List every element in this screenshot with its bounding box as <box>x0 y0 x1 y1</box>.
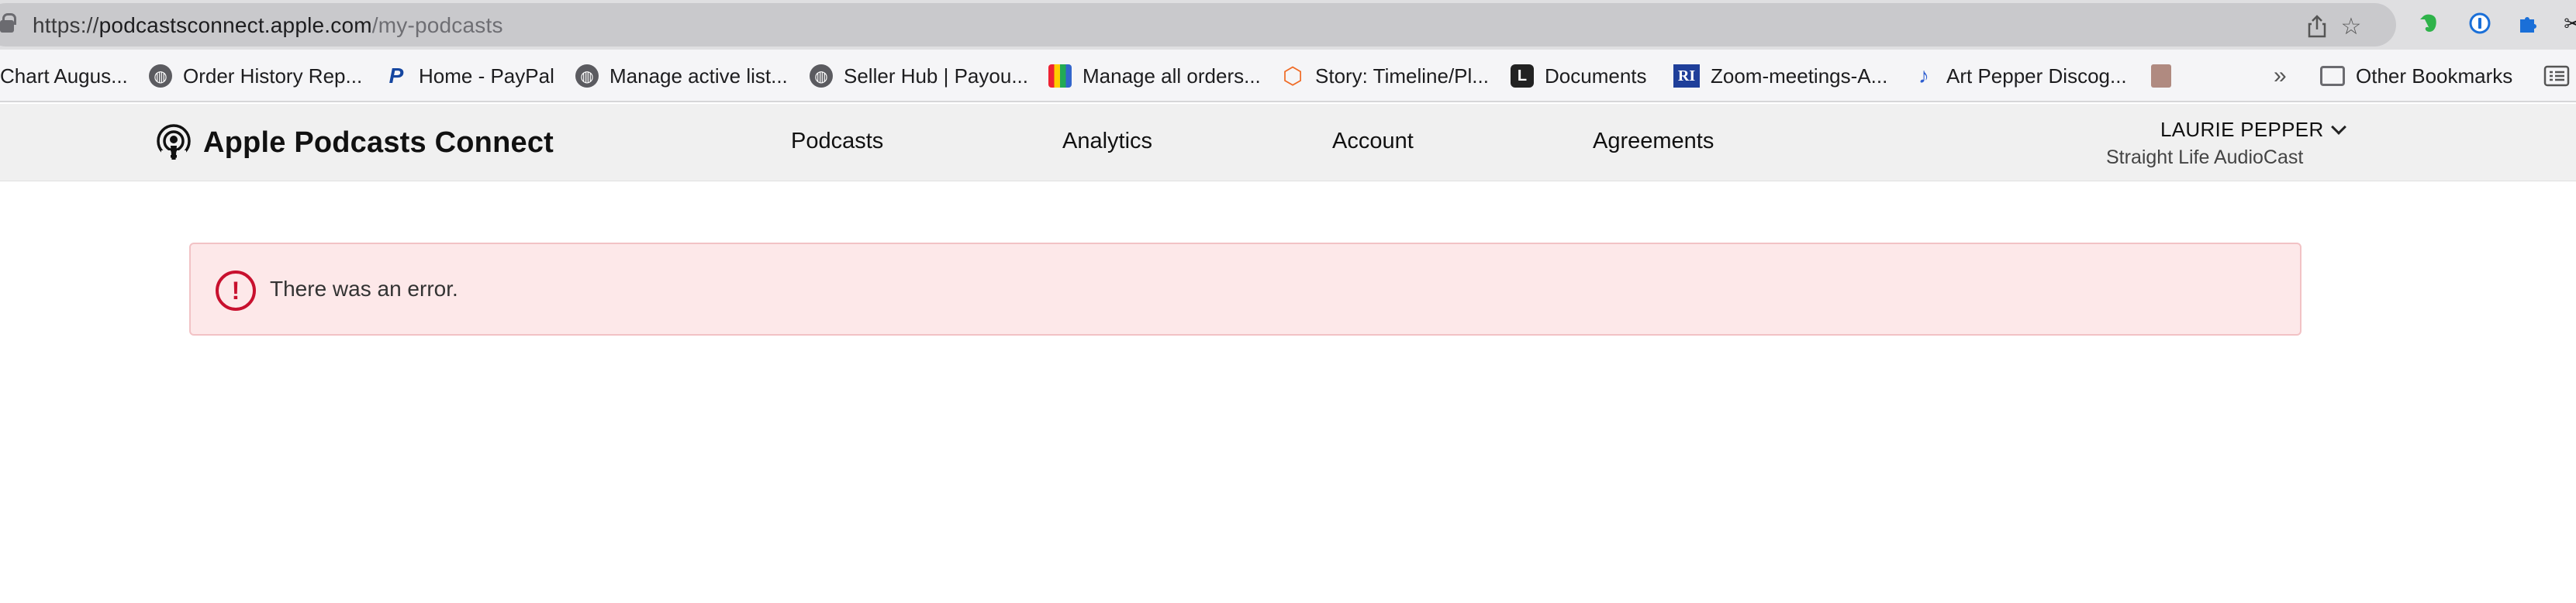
bookmark-label: Home - PayPal <box>419 64 554 88</box>
chevron-down-icon <box>2330 119 2346 135</box>
saxophone-icon: ♪ <box>1918 64 1929 88</box>
provider-name: Straight Life AudioCast <box>2106 146 2304 168</box>
tools-icon[interactable]: ✂ <box>2559 9 2576 37</box>
bookmark-label: Manage all orders... <box>1083 64 1261 88</box>
bookmark-label: Documents <box>1545 64 1647 88</box>
bookmark-item[interactable]: RI Zoom-meetings-A... <box>1673 59 1887 93</box>
story-icon: ⬡ <box>1282 63 1304 89</box>
brand-title: Apple Podcasts Connect <box>203 126 554 159</box>
bookmark-item[interactable]: ⬡ Story: Timeline/Pl... <box>1281 59 1489 93</box>
browser-toolbar: https://podcastsconnect.apple.com/my-pod… <box>0 0 2576 50</box>
app-header: Apple Podcasts Connect Podcasts Analytic… <box>0 104 2576 181</box>
globe-icon: ◍ <box>810 64 833 88</box>
bookmark-item[interactable]: P Home - PayPal <box>385 59 554 93</box>
bookmarks-bar: Chart Augus... ◍ Order History Rep... P … <box>0 50 2576 102</box>
user-name-row: LAURIE PEPPER <box>2106 118 2346 142</box>
nav-agreements[interactable]: Agreements <box>1593 129 1714 154</box>
bookmark-label: Seller Hub | Payou... <box>844 64 1028 88</box>
bookmark-label: Story: Timeline/Pl... <box>1315 64 1489 88</box>
url-host: podcastsconnect.apple.com <box>98 13 372 37</box>
documents-icon: L <box>1511 64 1534 88</box>
error-banner: ! There was an error. <box>189 243 2301 336</box>
bookmark-item[interactable]: L Documents <box>1511 59 1647 93</box>
bookmark-item[interactable]: Manage all orders... <box>1048 59 1261 93</box>
bookmark-item[interactable]: Chart Augus... <box>0 59 128 93</box>
account-menu[interactable]: LAURIE PEPPER Straight Life AudioCast <box>2106 118 2346 169</box>
bookmark-item[interactable]: ◍ Seller Hub | Payou... <box>810 59 1028 93</box>
globe-icon: ◍ <box>575 64 599 88</box>
nav-analytics[interactable]: Analytics <box>1062 129 1152 154</box>
share-icon[interactable] <box>2303 12 2331 40</box>
nav-account[interactable]: Account <box>1332 129 1414 154</box>
bookmarks-overflow-button[interactable]: » <box>2274 59 2287 93</box>
url-path: /my-podcasts <box>371 13 503 37</box>
onepassword-icon[interactable] <box>2466 9 2494 37</box>
bookmark-item[interactable]: ◍ Order History Rep... <box>149 59 362 93</box>
overflow-chevron-icon: » <box>2274 63 2287 88</box>
nav-podcasts[interactable]: Podcasts <box>791 129 883 154</box>
lock-icon <box>0 13 16 33</box>
bookmark-item[interactable]: ♪ Art Pepper Discog... <box>1912 59 2127 93</box>
podcasts-logo-icon <box>157 124 191 161</box>
globe-icon: ◍ <box>149 64 172 88</box>
url-prefix: https:// <box>33 13 99 37</box>
folder-icon <box>2320 66 2345 86</box>
bookmark-label: Art Pepper Discog... <box>1946 64 2127 88</box>
evernote-icon[interactable] <box>2415 9 2443 37</box>
puzzle-extensions-icon[interactable] <box>2514 9 2542 37</box>
url-text[interactable]: https://podcastsconnect.apple.com/my-pod… <box>33 13 503 38</box>
bookmark-label: Chart Augus... <box>0 64 128 88</box>
other-bookmarks-label: Other Bookmarks <box>2356 64 2513 88</box>
other-bookmarks[interactable]: Other Bookmarks <box>2320 59 2512 93</box>
bookmark-label: Zoom-meetings-A... <box>1711 64 1888 88</box>
bookmark-item[interactable] <box>2151 59 2171 93</box>
ri-icon: RI <box>1673 64 1700 88</box>
error-icon: ! <box>216 270 256 311</box>
reading-list-icon[interactable] <box>2543 59 2570 93</box>
user-name: LAURIE PEPPER <box>2160 118 2324 141</box>
paypal-icon: P <box>388 64 404 88</box>
bookmark-star-icon[interactable]: ☆ <box>2337 12 2365 40</box>
brand-link[interactable]: Apple Podcasts Connect <box>154 122 554 163</box>
tower-icon <box>2151 64 2171 88</box>
address-bar[interactable]: https://podcastsconnect.apple.com/my-pod… <box>0 3 2396 47</box>
bookmark-item[interactable]: ◍ Manage active list... <box>575 59 788 93</box>
bookmark-label: Order History Rep... <box>183 64 363 88</box>
error-message: There was an error. <box>270 277 458 301</box>
bookmark-label: Manage active list... <box>609 64 788 88</box>
shopping-bag-icon <box>1048 64 1072 88</box>
